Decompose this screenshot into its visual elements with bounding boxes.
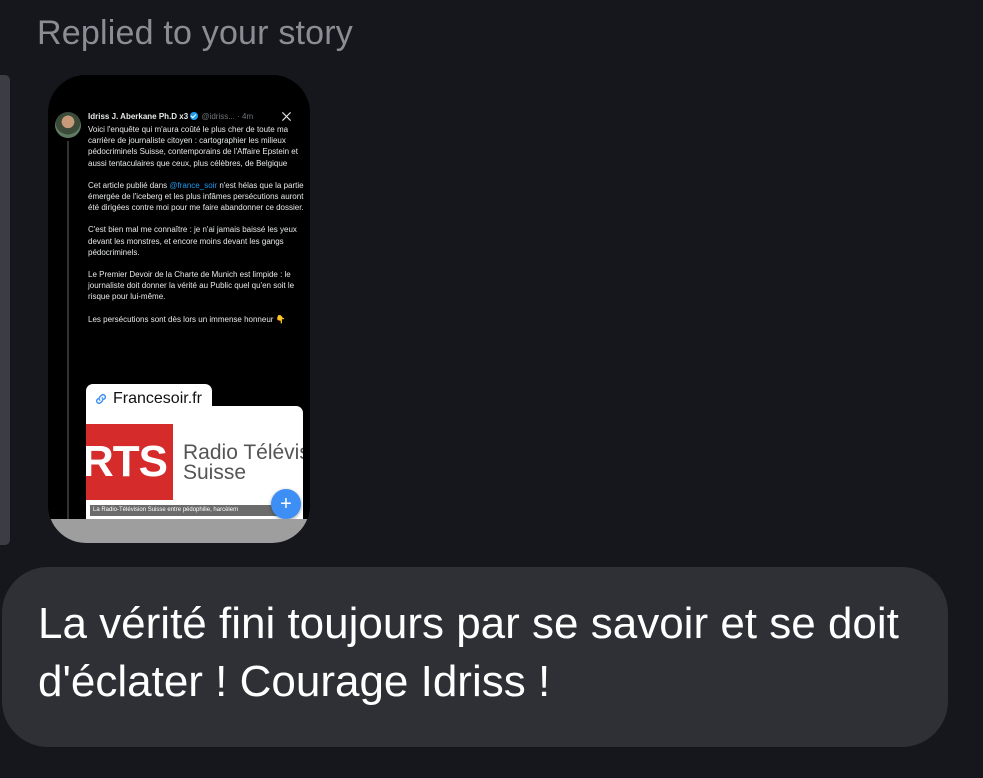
dm-conversation: Replied to your story Idriss J. Aberkane… (0, 0, 983, 778)
story-preview-card[interactable]: Idriss J. Aberkane Ph.D x3 @idriss... · … (48, 75, 310, 543)
tweet-paragraph: Les persécutions sont dès lors un immens… (88, 314, 286, 324)
tweet-text: Voici l'enquête qui m'aura coûté le plus… (88, 124, 306, 336)
tweet-paragraph: Voici l'enquête qui m'aura coûté le plus… (88, 125, 298, 168)
story-reply-label: Replied to your story (37, 14, 354, 52)
avatar (55, 112, 81, 138)
rts-name-line1: Radio Télévis (183, 441, 303, 464)
tweet-paragraph: C'est bien mal me connaître : je n'ai ja… (88, 225, 297, 257)
mention-link: @france_soir (169, 180, 218, 190)
plus-icon: + (280, 492, 292, 515)
x-logo-icon (281, 111, 292, 122)
tweet-author-name: Idriss J. Aberkane Ph.D x3 (88, 112, 189, 121)
tweet-header: Idriss J. Aberkane Ph.D x3 @idriss... · … (88, 111, 298, 124)
rts-name-line2: Suisse (183, 461, 247, 484)
add-plus-button[interactable]: + (271, 489, 301, 519)
reply-thread-bar (0, 75, 10, 545)
rts-logo-text: RTS (86, 437, 168, 486)
link-sticker[interactable]: Francesoir.fr (86, 384, 212, 414)
tweet-paragraph-prefix: Cet article publié dans (88, 180, 170, 190)
message-bubble[interactable]: La vérité fini toujours par se savoir et… (2, 567, 948, 747)
preview-caption: La Radio-Télévision Suisse entre pédophi… (90, 505, 293, 516)
link-icon (96, 394, 106, 404)
tweet-paragraph: Cet article publié dans @france_soir n'e… (88, 180, 306, 214)
tweet-screenshot: Idriss J. Aberkane Ph.D x3 @idriss... · … (48, 75, 310, 519)
tweet-thread-line (67, 141, 69, 519)
tweet-paragraph: Le Premier Devoir de la Charte de Munich… (88, 270, 295, 302)
link-sticker-label: Francesoir.fr (113, 390, 202, 407)
rts-logo: RTS (86, 424, 173, 500)
verified-badge-icon (190, 112, 199, 120)
story-bottom-strip (48, 519, 310, 543)
message-text: La vérité fini toujours par se savoir et… (38, 599, 899, 706)
tweet-handle-time: @idriss... · 4m (201, 112, 254, 121)
rts-name: Radio Télévis Suisse (183, 441, 303, 484)
